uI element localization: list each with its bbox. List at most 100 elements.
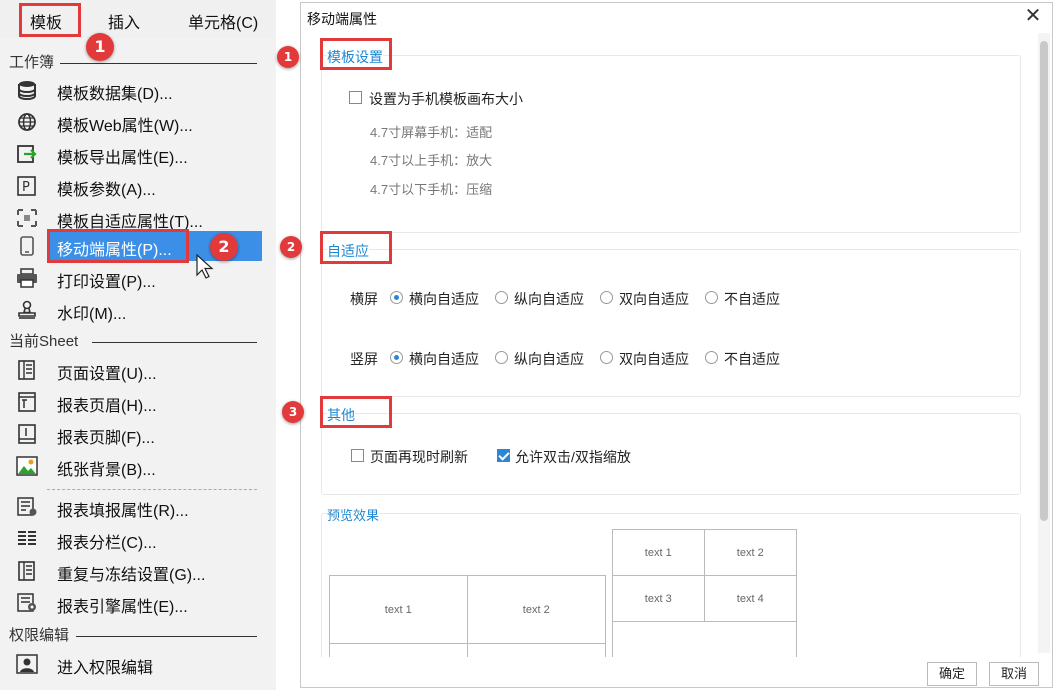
landscape-horizontal-radio[interactable] xyxy=(390,291,403,304)
menu-item-label: 报表引擎属性(E)... xyxy=(57,599,188,616)
menu-item-report-columns[interactable]: 报表分栏(C)... xyxy=(0,524,276,554)
callout-box-template-menu xyxy=(19,3,81,37)
menu-item-label: 进入权限编辑 xyxy=(57,660,154,677)
portrait-both-radio[interactable] xyxy=(600,351,613,364)
preview-cell: text 3 xyxy=(612,575,705,622)
note-4-7-fit: 4.7寸屏幕手机：适配 xyxy=(370,125,493,140)
menu-item-parameters[interactable]: P 模板参数(A)... xyxy=(0,171,276,201)
menu-item-page-setup[interactable]: 页面设置(U)... xyxy=(0,355,276,385)
portrait-none-radio[interactable] xyxy=(705,351,718,364)
menu-item-label: 纸张背景(B)... xyxy=(57,462,156,479)
refresh-on-show-label: 页面再现时刷新 xyxy=(370,449,468,465)
watermark-icon xyxy=(18,300,36,319)
option-label: 横向自适应 xyxy=(409,291,479,307)
menu-item-print-setup[interactable]: 打印设置(P)... xyxy=(0,263,276,293)
portrait-preview-table: text 1 text 2 text 3 text 4 xyxy=(612,529,797,658)
option-label: 纵向自适应 xyxy=(514,351,584,367)
note-below-4-7: 4.7寸以下手机：压缩 xyxy=(370,182,493,197)
mouse-cursor-icon xyxy=(196,254,214,279)
menu-item-label: 打印设置(P)... xyxy=(57,274,156,291)
printer-icon xyxy=(17,268,37,288)
callout-box-adaptive xyxy=(320,231,392,264)
preview-cell: text 4 xyxy=(703,575,797,622)
cancel-button[interactable]: 取消 xyxy=(989,662,1039,686)
mobile-icon xyxy=(20,236,34,256)
callout-badge: 1 xyxy=(277,46,299,68)
option-label: 横向自适应 xyxy=(409,351,479,367)
portrait-vertical-radio[interactable] xyxy=(495,351,508,364)
page-setup-icon xyxy=(18,360,35,380)
menu-item-report-header[interactable]: 报表页眉(H)... xyxy=(0,387,276,417)
preview-cell: text 1 xyxy=(329,575,468,644)
dialog-title: 移动端属性 xyxy=(307,11,377,27)
svg-text:P: P xyxy=(22,180,30,195)
close-icon[interactable]: ✕ xyxy=(1022,6,1044,28)
template-dropdown-menu: 工作簿 模板数据集(D)... 模板Web属性(W)... 模板导出属性(E).… xyxy=(0,38,276,690)
menu-item-label: 模板数据集(D)... xyxy=(57,86,173,103)
menu-item-watermark[interactable]: 水印(M)... xyxy=(0,295,276,325)
menu-cell[interactable]: 单元格(C) xyxy=(188,9,258,33)
menu-item-enter-permission[interactable]: 进入权限编辑 xyxy=(0,649,276,679)
menu-item-engine-attr[interactable]: 报表引擎属性(E)... xyxy=(0,588,276,618)
menu-item-freeze-settings[interactable]: 重复与冻结设置(G)... xyxy=(0,556,276,586)
menu-item-label: 模板Web属性(W)... xyxy=(57,118,193,135)
option-label: 纵向自适应 xyxy=(514,291,584,307)
landscape-vertical-radio[interactable] xyxy=(495,291,508,304)
callout-box-mobile-attr xyxy=(47,229,189,263)
refresh-on-show-checkbox[interactable] xyxy=(351,449,364,462)
preview-cell: text 2 xyxy=(466,575,606,644)
menu-item-label: 模板导出属性(E)... xyxy=(57,150,188,167)
allow-zoom-label: 允许双击/双指缩放 xyxy=(515,449,631,465)
callout-badge: 2 xyxy=(280,236,302,258)
allow-zoom-checkbox[interactable] xyxy=(497,449,510,462)
menu-item-label: 报表填报属性(R)... xyxy=(57,503,189,520)
landscape-both-radio[interactable] xyxy=(600,291,613,304)
landscape-preview-table: text 1 text 2 xyxy=(329,575,606,658)
dialog-scrollbar[interactable] xyxy=(1038,33,1050,653)
menu-separator xyxy=(47,489,257,490)
landscape-label: 横屏 xyxy=(350,291,378,307)
portrait-label: 竖屏 xyxy=(350,351,378,367)
portrait-horizontal-radio[interactable] xyxy=(390,351,403,364)
freeze-icon xyxy=(18,561,35,581)
section-workbook: 工作簿 xyxy=(9,54,55,71)
template-settings-panel xyxy=(321,55,1021,233)
phone-canvas-checkbox[interactable] xyxy=(349,91,362,104)
image-icon xyxy=(16,456,38,476)
landscape-none-radio[interactable] xyxy=(705,291,718,304)
export-icon xyxy=(17,145,37,163)
menu-insert[interactable]: 插入 xyxy=(108,9,140,33)
callout-badge: 1 xyxy=(86,33,114,61)
menu-item-export-attr[interactable]: 模板导出属性(E)... xyxy=(0,139,276,169)
mobile-attr-dialog: 移动端属性 ✕ 模板设置 设置为手机模板画布大小 4.7寸屏幕手机：适配 4.7… xyxy=(300,2,1053,688)
footer-icon xyxy=(18,424,36,444)
ok-button[interactable]: 确定 xyxy=(927,662,977,686)
columns-icon xyxy=(18,531,36,545)
globe-icon xyxy=(18,113,36,131)
engine-icon xyxy=(17,593,36,612)
menu-item-fill-attr[interactable]: 报表填报属性(R)... xyxy=(0,492,276,522)
scroll-thumb[interactable] xyxy=(1040,41,1048,521)
callout-box-template-settings xyxy=(320,38,392,70)
database-icon xyxy=(18,81,36,100)
menu-item-label: 页面设置(U)... xyxy=(57,366,157,383)
option-label: 不自适应 xyxy=(724,351,780,367)
preview-cell: text 1 xyxy=(612,529,705,576)
menu-item-label: 重复与冻结设置(G)... xyxy=(57,567,206,584)
menu-item-dataset[interactable]: 模板数据集(D)... xyxy=(0,75,276,105)
callout-box-other xyxy=(320,396,392,428)
menu-item-web-attr[interactable]: 模板Web属性(W)... xyxy=(0,107,276,137)
header-icon xyxy=(18,392,36,412)
permission-icon xyxy=(16,654,38,674)
option-label: 不自适应 xyxy=(724,291,780,307)
parameter-icon: P xyxy=(17,176,36,196)
menu-item-paper-background[interactable]: 纸张背景(B)... xyxy=(0,451,276,481)
menu-item-label: 报表分栏(C)... xyxy=(57,535,157,552)
preview-title: 预览效果 xyxy=(327,505,380,524)
menu-item-label: 水印(M)... xyxy=(57,306,127,323)
fill-attr-icon xyxy=(17,497,37,516)
template-menu-panel: 模板 插入 单元格(C) 工作簿 模板数据集(D)... 模板Web属性(W).… xyxy=(0,0,276,690)
menu-item-report-footer[interactable]: 报表页脚(F)... xyxy=(0,419,276,449)
callout-badge: 2 xyxy=(210,233,238,261)
adaptive-panel xyxy=(321,249,1021,397)
